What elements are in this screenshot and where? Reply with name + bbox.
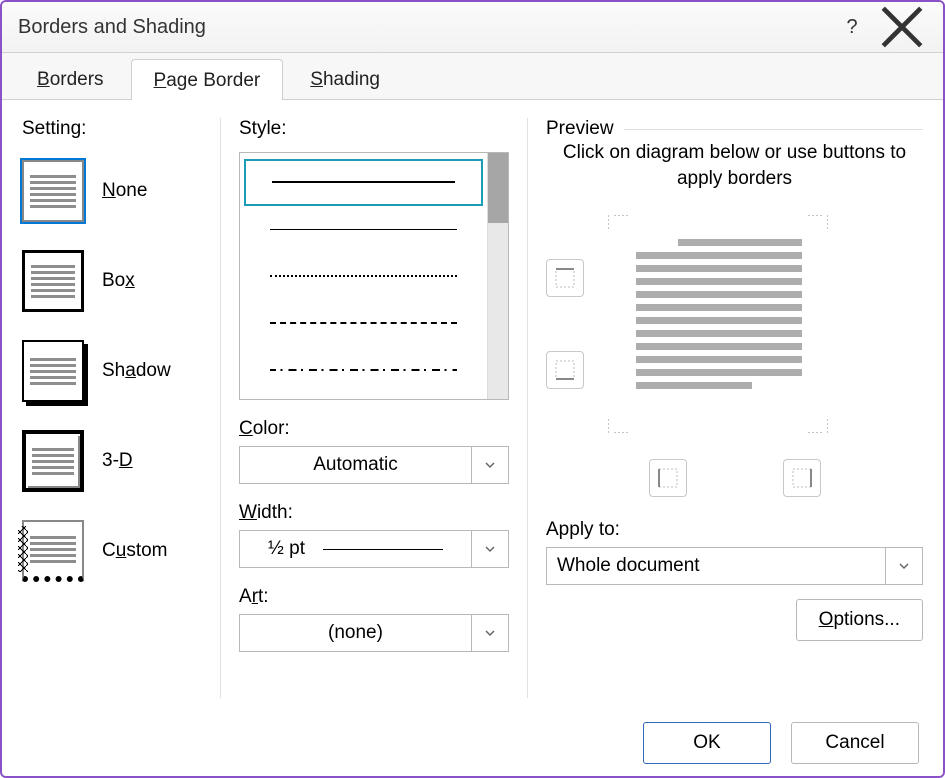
width-label: Width:	[239, 502, 509, 524]
width-sample-line	[323, 549, 443, 550]
border-left-icon	[657, 467, 679, 489]
setting-box[interactable]: Box	[22, 250, 202, 312]
preview-corner-br	[808, 413, 828, 433]
width-arrow[interactable]	[471, 531, 508, 567]
preview-page[interactable]	[602, 209, 834, 439]
setting-3d[interactable]: 3-D	[22, 430, 202, 492]
tabstrip: Borders Page Border Shading	[2, 53, 943, 100]
art-label: Art:	[239, 586, 509, 608]
art-value: (none)	[240, 622, 471, 644]
setting-group: Setting: None Box	[22, 118, 202, 698]
apply-to-group: Apply to: Whole document	[546, 519, 923, 585]
preview-hint: Click on diagram below or use buttons to…	[546, 140, 923, 191]
art-combo[interactable]: (none)	[239, 614, 509, 652]
apply-to-combo[interactable]: Whole document	[546, 547, 923, 585]
style-option-solid[interactable]	[244, 159, 483, 206]
style-listbox[interactable]	[239, 152, 509, 400]
setting-3d-thumb	[22, 430, 84, 492]
border-left-button[interactable]	[649, 459, 687, 497]
setting-box-label: Box	[102, 270, 135, 292]
window-title: Borders and Shading	[18, 16, 827, 39]
cancel-button[interactable]: Cancel	[791, 722, 919, 764]
close-icon	[877, 2, 927, 52]
preview-corner-bl	[608, 413, 628, 433]
tab-borders[interactable]: Borders	[14, 58, 127, 99]
color-combo[interactable]: Automatic	[239, 446, 509, 484]
ok-button[interactable]: OK	[643, 722, 771, 764]
preview-vertical-buttons	[546, 259, 584, 389]
close-button[interactable]	[877, 2, 927, 52]
preview-area	[546, 209, 923, 439]
chevron-down-icon	[898, 560, 910, 572]
style-scrollbar-thumb[interactable]	[488, 153, 508, 223]
chevron-down-icon	[484, 627, 496, 639]
style-label: Style:	[239, 118, 509, 140]
apply-to-label: Apply to:	[546, 519, 923, 541]
setting-none-thumb	[22, 160, 84, 222]
preview-label: Preview	[546, 118, 614, 140]
width-value-wrap: ½ pt	[240, 538, 471, 560]
style-option-dashed[interactable]	[244, 299, 483, 346]
color-arrow[interactable]	[471, 447, 508, 483]
style-scrollbar[interactable]	[487, 153, 508, 399]
dialog-footer: OK Cancel	[2, 710, 943, 776]
setting-box-thumb	[22, 250, 84, 312]
titlebar: Borders and Shading ?	[2, 2, 943, 53]
setting-none[interactable]: None	[22, 160, 202, 222]
style-option-hairline[interactable]	[244, 206, 483, 253]
setting-shadow-thumb	[22, 340, 84, 402]
style-group: Style: Color: Automatic	[220, 118, 509, 698]
color-label: Color:	[239, 418, 509, 440]
setting-none-label: None	[102, 180, 147, 202]
chevron-down-icon	[484, 459, 496, 471]
border-right-icon	[791, 467, 813, 489]
setting-shadow[interactable]: Shadow	[22, 340, 202, 402]
setting-custom[interactable]: Custom	[22, 520, 202, 582]
border-top-icon	[554, 267, 576, 289]
options-row: Options...	[546, 599, 923, 641]
divider	[624, 129, 923, 130]
border-right-button[interactable]	[783, 459, 821, 497]
setting-list: None Box Shadow	[22, 160, 202, 582]
border-top-button[interactable]	[546, 259, 584, 297]
preview-corner-tl	[608, 215, 628, 235]
preview-group: Preview Click on diagram below or use bu…	[527, 118, 923, 698]
tab-shading[interactable]: Shading	[287, 58, 403, 99]
style-option-dotted[interactable]	[244, 253, 483, 300]
setting-custom-thumb	[22, 520, 84, 582]
apply-to-value: Whole document	[547, 555, 885, 577]
border-bottom-icon	[554, 359, 576, 381]
preview-text-lines	[636, 239, 802, 389]
apply-to-arrow[interactable]	[885, 548, 922, 584]
color-value: Automatic	[240, 454, 471, 476]
setting-label: Setting:	[22, 118, 202, 140]
setting-shadow-label: Shadow	[102, 360, 171, 382]
dialog-content: Setting: None Box	[2, 100, 943, 710]
preview-corner-tr	[808, 215, 828, 235]
setting-3d-label: 3-D	[102, 450, 133, 472]
preview-horizontal-buttons	[546, 459, 923, 497]
help-button[interactable]: ?	[827, 2, 877, 52]
setting-custom-label: Custom	[102, 540, 168, 562]
width-combo[interactable]: ½ pt	[239, 530, 509, 568]
style-list-inner	[240, 153, 487, 399]
tab-page-border[interactable]: Page Border	[131, 59, 284, 100]
width-value: ½ pt	[268, 538, 305, 560]
style-option-dashdot[interactable]	[244, 346, 483, 393]
art-arrow[interactable]	[471, 615, 508, 651]
border-bottom-button[interactable]	[546, 351, 584, 389]
options-button[interactable]: Options...	[796, 599, 923, 641]
chevron-down-icon	[484, 543, 496, 555]
dialog-window: Borders and Shading ? Borders Page Borde…	[0, 0, 945, 778]
